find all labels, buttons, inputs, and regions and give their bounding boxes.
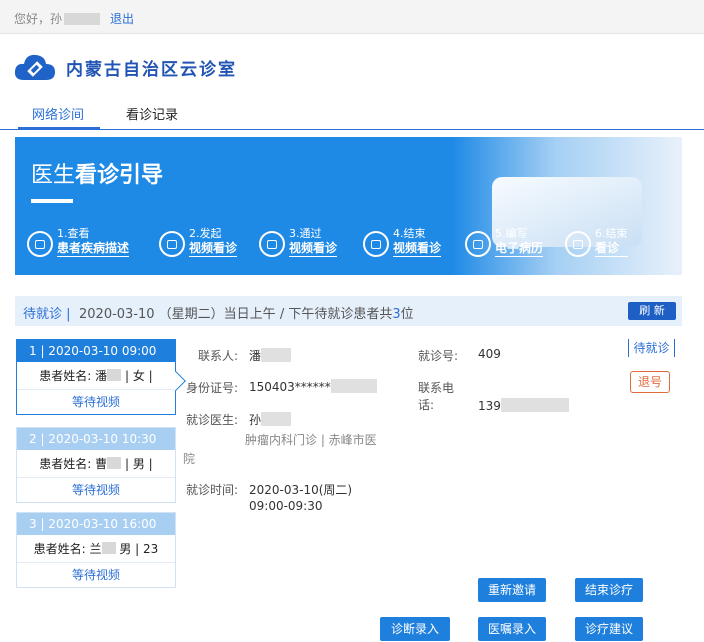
guide-step-6: 6.结束 看诊 [565, 227, 628, 263]
visit-date: 2020-03-10(周二) [249, 483, 353, 497]
status-bar: 待就诊 | 2020-03-10 （星期二）当日上午 / 下午待就诊患者共3位 … [15, 296, 682, 326]
status-badge: 待就诊 [628, 339, 675, 357]
patient-name: 患者姓名: 兰 男 | 23 [17, 535, 175, 563]
phone-label: 联系电 话: [418, 381, 455, 412]
patient-name: 患者姓名: 曹 | 男 | [17, 450, 175, 478]
guide-step-3: 3.通过 视频看诊 [259, 227, 338, 263]
queue-card-1[interactable]: 1 | 2020-03-10 09:00 患者姓名: 潘 | 女 | 等待视频 [16, 339, 186, 415]
doctor-label: 就诊医生: [186, 413, 239, 427]
visit-number-label: 就诊号: [418, 349, 459, 363]
tab-consult-records[interactable]: 看诊记录 [126, 104, 178, 123]
status-label: 待就诊 | [23, 307, 71, 322]
site-title: 内蒙古自治区云诊室 [66, 59, 237, 80]
treatment-advice-button[interactable]: 诊疗建议 [575, 617, 643, 641]
id-number-value: 150403****** [249, 379, 377, 394]
diagnosis-entry-button[interactable]: 诊断录入 [380, 617, 450, 641]
phone-value: 139 [478, 398, 569, 413]
guide-banner: 医生看诊引导 1.查看 患者疾病描述 2.发起 视频看诊 3.通过 视频看诊 4.结束… [15, 137, 682, 275]
active-tab-indicator [18, 127, 100, 130]
contact-label: 联系人: [198, 349, 239, 363]
document-icon [27, 231, 53, 257]
main-nav: 网络诊间 看诊记录 [0, 96, 704, 130]
wait-video-link[interactable]: 等待视频 [17, 478, 175, 502]
masked-username [64, 13, 101, 25]
queue-card-header: 3 | 2020-03-10 16:00 [17, 513, 175, 535]
visit-number-value: 409 [478, 347, 501, 361]
queue-card-header: 2 | 2020-03-10 10:30 [17, 428, 175, 450]
doctor-value: 孙 [249, 411, 292, 428]
finish-icon [565, 231, 591, 257]
queue-card-2[interactable]: 2 | 2020-03-10 10:30 患者姓名: 曹 | 男 | 等待视频 [16, 427, 176, 503]
site-logo: 内蒙古自治区云诊室 [14, 50, 237, 84]
visit-time-range: 09:00-09:30 [249, 499, 323, 513]
end-consult-button[interactable]: 结束诊疗 [575, 578, 643, 602]
department-cont: 院 [183, 452, 196, 466]
reinvite-button[interactable]: 重新邀请 [478, 578, 546, 602]
patient-count: 3 [392, 307, 401, 322]
withdraw-button[interactable]: 退号 [630, 371, 670, 393]
greeting: 您好，孙 [14, 10, 101, 27]
record-icon [465, 231, 491, 257]
tab-network-consult[interactable]: 网络诊间 [32, 104, 84, 123]
guide-step-2: 2.发起 视频看诊 [159, 227, 238, 263]
patient-name: 患者姓名: 潘 | 女 | [17, 362, 175, 390]
department: 肿瘤内科门诊 | 赤峰市医 [245, 433, 377, 447]
visit-time-label: 就诊时间: [186, 483, 239, 497]
logout-link[interactable]: 退出 [110, 10, 134, 27]
status-summary: 2020-03-10 （星期二）当日上午 / 下午待就诊患者共3位 [79, 307, 414, 322]
contact-value: 潘 [249, 347, 292, 364]
orders-entry-button[interactable]: 医嘱录入 [478, 617, 546, 641]
wait-video-link[interactable]: 等待视频 [17, 390, 175, 414]
guide-step-5: 5.编写 电子病历 [465, 227, 544, 263]
banner-title: 医生看诊引导 [31, 163, 164, 188]
guide-step-4: 4.结束 视频看诊 [363, 227, 442, 263]
id-number-label: 身份证号: [186, 381, 239, 395]
end-video-icon [363, 231, 389, 257]
screen-icon [259, 231, 285, 257]
refresh-button[interactable]: 刷 新 [628, 302, 676, 320]
queue-card-3[interactable]: 3 | 2020-03-10 16:00 患者姓名: 兰 男 | 23 等待视频 [16, 512, 176, 588]
video-call-icon [159, 231, 185, 257]
queue-card-header: 1 | 2020-03-10 09:00 [17, 340, 175, 362]
wait-video-link[interactable]: 等待视频 [17, 563, 175, 587]
top-bar: 您好，孙 退出 [0, 0, 704, 34]
guide-step-1: 1.查看 患者疾病描述 [27, 227, 130, 263]
cloud-logo-icon [14, 52, 56, 82]
